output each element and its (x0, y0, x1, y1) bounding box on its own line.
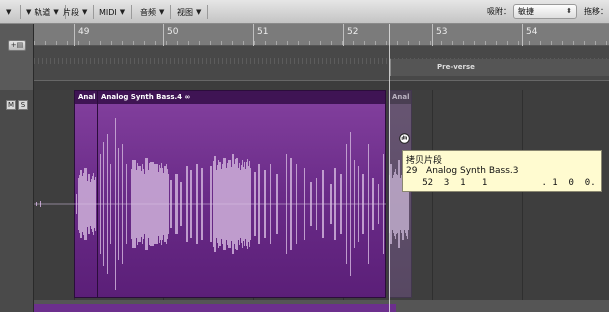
drag-info-tooltip: 拷贝片段 29 Analog Synth Bass.3 52 3 1 1 . 1… (402, 150, 602, 192)
hand-cursor-icon (399, 133, 410, 144)
tooltip-position: 52 3 1 1 . 1 0 0. (406, 178, 596, 188)
tooltip-title: 拷贝片段 (406, 156, 443, 166)
playhead[interactable] (389, 24, 390, 312)
tooltip-region-name: 29 Analog Synth Bass.3 (406, 166, 519, 176)
